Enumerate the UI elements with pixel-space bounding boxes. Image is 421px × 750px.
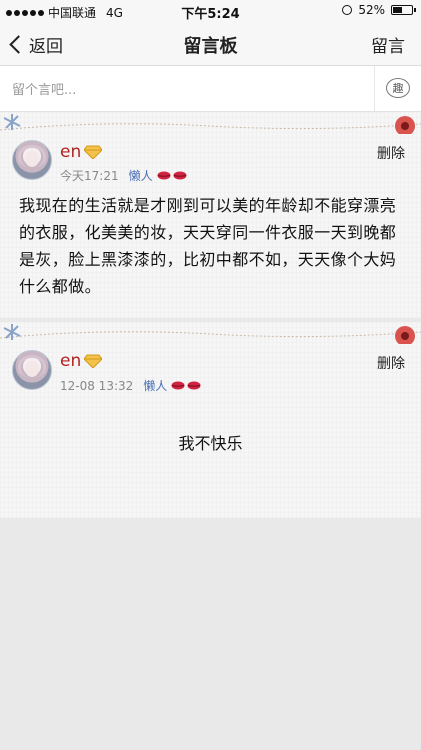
red-flower-icon (395, 116, 415, 134)
navigation-bar: 返回 留言板 留言 (0, 22, 421, 66)
message-card: en 12-08 13:32 懒人 删除 我不快乐 (0, 322, 421, 518)
lace-border-decoration (0, 324, 421, 344)
comment-input-bar (0, 66, 421, 112)
battery-icon (391, 5, 416, 15)
user-tag: 懒人 (128, 169, 153, 183)
emoji-fun-button[interactable]: 趣 (386, 78, 410, 98)
blue-flower-icon (3, 114, 21, 130)
message-content: 我不快乐 (178, 434, 243, 453)
vip-diamond-icon (84, 145, 102, 159)
delete-button[interactable]: 删除 (377, 143, 405, 163)
vip-diamond-icon (84, 354, 102, 368)
avatar[interactable] (12, 350, 52, 390)
user-name[interactable]: en (60, 142, 81, 162)
red-flower-icon (395, 326, 415, 344)
lips-icon (157, 171, 171, 180)
lips-icon (171, 381, 185, 390)
message-content: 我现在的生活就是才刚到可以美的年龄却不能穿漂亮的衣服，化美美的妆，天天穿同一件衣… (19, 196, 397, 296)
delete-button[interactable]: 删除 (377, 353, 405, 373)
rotation-lock-icon (342, 5, 353, 15)
lips-icon (187, 381, 201, 390)
leave-message-button[interactable]: 留言 (371, 32, 405, 57)
avatar[interactable] (12, 140, 52, 180)
lips-icon (173, 171, 187, 180)
blue-flower-icon (3, 324, 21, 340)
page-title: 留言板 (183, 36, 238, 57)
status-bar: 中国联通 4G 下午5:24 52% (0, 0, 421, 22)
user-tag: 懒人 (143, 379, 168, 393)
comment-input[interactable] (10, 76, 370, 104)
lace-border-decoration (0, 114, 421, 134)
battery-percent: 52% (358, 3, 385, 17)
divider (374, 66, 375, 111)
message-time: 今天17:21 (60, 169, 119, 183)
user-name[interactable]: en (60, 351, 81, 371)
message-time: 12-08 13:32 (60, 378, 134, 393)
message-card: en 今天17:21 懒人 删除 我现在的生活就是才刚到可以美的年龄却不能穿漂亮… (0, 112, 421, 318)
